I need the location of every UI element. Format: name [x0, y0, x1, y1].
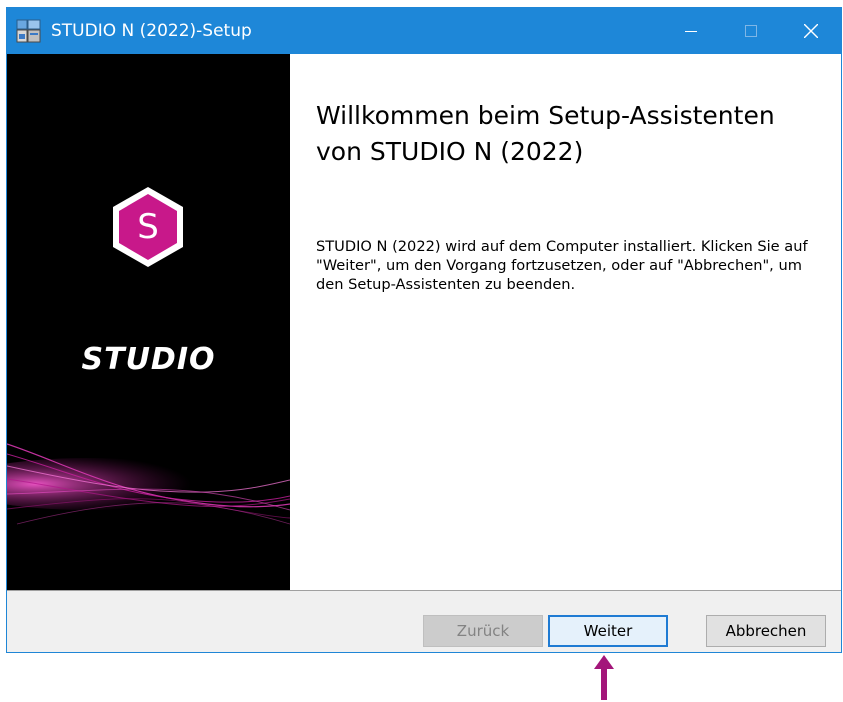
brand-sidebar: S STUDIO	[7, 54, 290, 590]
next-button[interactable]: Weiter	[548, 615, 668, 647]
title-bar: STUDIO N (2022)-Setup	[7, 8, 841, 54]
button-bar: Zurück Weiter Abbrechen	[7, 590, 841, 652]
close-icon	[804, 24, 818, 38]
window-title: STUDIO N (2022)-Setup	[51, 21, 252, 41]
sidebar-artwork: S	[7, 187, 290, 525]
logo-letter: S	[137, 207, 159, 247]
back-button: Zurück	[423, 615, 543, 647]
setup-window: STUDIO N (2022)-Setup S STUDIO Willkomme…	[6, 7, 842, 653]
welcome-content: Willkommen beim Setup-Assistenten von ST…	[290, 54, 841, 590]
maximize-button	[721, 8, 781, 54]
welcome-description: STUDIO N (2022) wird auf dem Computer in…	[316, 238, 808, 293]
installer-app-icon	[16, 19, 41, 43]
close-button[interactable]	[781, 8, 841, 54]
welcome-title: Willkommen beim Setup-Assistenten von ST…	[316, 101, 775, 166]
logo-hexagon: S	[113, 187, 183, 267]
minimize-button[interactable]	[661, 8, 721, 54]
minimize-icon	[685, 31, 697, 32]
decorative-waves	[7, 443, 290, 525]
cancel-button[interactable]: Abbrechen	[706, 615, 826, 647]
arrow-up-icon	[594, 655, 614, 700]
maximize-icon	[745, 25, 757, 37]
brand-text: STUDIO	[81, 342, 216, 377]
